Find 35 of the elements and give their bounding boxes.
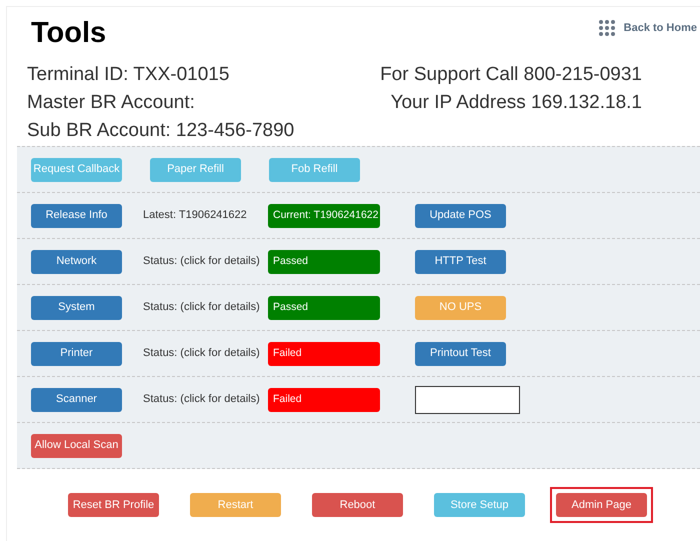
action-button[interactable]: Printout Test: [415, 342, 506, 366]
action-button[interactable]: Update POS: [415, 204, 506, 228]
allow-local-scan-button[interactable]: Allow Local Scan: [31, 434, 122, 458]
status-badge: Passed: [268, 296, 380, 320]
info-text: Master BR Account:: [27, 91, 196, 115]
request-button[interactable]: Fob Refill: [269, 158, 360, 182]
status-badge: Passed: [268, 250, 380, 274]
info-text: Terminal ID: TXX-01015: [27, 63, 230, 87]
status-text: Status: (click for details): [143, 254, 261, 270]
status-badge: Failed: [268, 388, 380, 412]
footer-button[interactable]: Reboot: [312, 493, 403, 517]
status-badge: Current: T1906241622: [268, 204, 380, 228]
page-title: Tools: [31, 16, 106, 50]
footer-button[interactable]: Admin Page: [556, 493, 647, 517]
diagnostic-button[interactable]: Network: [31, 250, 122, 274]
diagnostic-button[interactable]: Printer: [31, 342, 122, 366]
diagnostic-button[interactable]: System: [31, 296, 122, 320]
input-field[interactable]: [415, 386, 520, 414]
request-button[interactable]: Paper Refill: [150, 158, 241, 182]
info-text: Your IP Address 169.132.18.1: [390, 91, 642, 115]
action-button[interactable]: HTTP Test: [415, 250, 506, 274]
status-badge: Failed: [268, 342, 380, 366]
request-button[interactable]: Request Callback: [31, 158, 122, 182]
back-to-home-link[interactable]: Back to Home: [598, 19, 697, 37]
diagnostic-button[interactable]: Release Info: [31, 204, 122, 228]
status-text: Status: (click for details): [143, 300, 261, 316]
status-text: Status: (click for details): [143, 392, 261, 408]
status-text: Latest: T1906241622: [143, 208, 248, 224]
footer-button[interactable]: Store Setup: [434, 493, 525, 517]
grid-icon: [598, 19, 616, 37]
info-text: For Support Call 800-215-0931: [380, 63, 642, 87]
footer-button[interactable]: Reset BR Profile: [68, 493, 159, 517]
status-text: Status: (click for details): [143, 346, 261, 362]
diagnostic-button[interactable]: Scanner: [31, 388, 122, 412]
info-text: Sub BR Account: 123-456-7890: [27, 119, 294, 143]
